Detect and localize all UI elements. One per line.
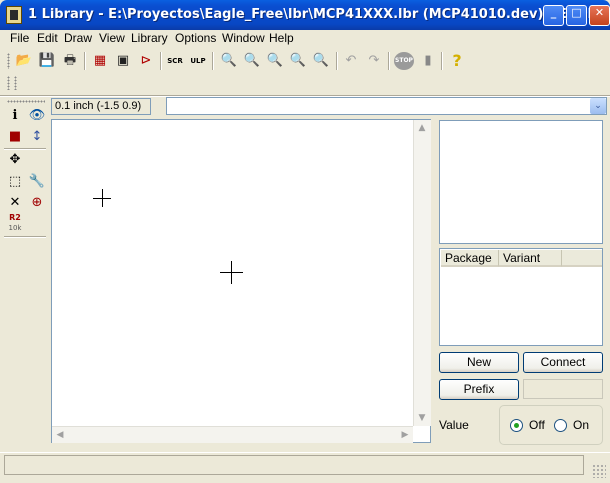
toolbar-separator	[160, 52, 162, 70]
package-variant-list[interactable]: Package Variant	[439, 248, 603, 346]
zoom-area-icon[interactable]: 🔍	[312, 52, 330, 70]
toolbar-separator	[441, 52, 443, 70]
scroll-left-icon[interactable]: ◀	[52, 427, 68, 443]
coordinate-display: 0.1 inch (-1.5 0.9)	[51, 98, 151, 115]
origin-cross-icon	[102, 189, 103, 207]
param-toolbar-grip[interactable]	[14, 76, 17, 90]
group-icon[interactable]: ⬚	[6, 173, 24, 191]
ulp-icon[interactable]: ULP	[189, 52, 207, 70]
open-icon[interactable]: 📂	[15, 52, 33, 70]
delete-icon[interactable]: ✕	[6, 194, 24, 212]
go-icon[interactable]: ▮	[419, 52, 437, 70]
symbol-preview	[439, 120, 603, 244]
chevron-down-icon[interactable]: ⌄	[590, 98, 606, 114]
value-on-radio[interactable]	[554, 419, 567, 432]
zoom-redraw-icon[interactable]: 🔍	[289, 52, 307, 70]
device-icon[interactable]: ⊳	[137, 52, 155, 70]
vertical-scrollbar[interactable]: ▲ ▼	[413, 120, 431, 426]
tools-grip[interactable]	[7, 100, 45, 103]
value-off-radio[interactable]	[510, 419, 523, 432]
undo-icon[interactable]: ↶	[342, 52, 360, 70]
menu-edit[interactable]: Edit	[37, 31, 58, 45]
tools-divider	[4, 148, 46, 150]
move-icon[interactable]: ✥	[6, 151, 24, 169]
add-icon[interactable]: ⊕	[28, 194, 46, 212]
scroll-up-icon[interactable]: ▲	[414, 120, 430, 136]
menu-draw[interactable]: Draw	[64, 31, 92, 45]
display-layers-icon[interactable]: ■	[6, 128, 24, 146]
value-label: Value	[439, 418, 469, 432]
column-header-package[interactable]: Package	[441, 250, 499, 267]
scroll-down-icon[interactable]: ▼	[414, 410, 430, 426]
name-icon[interactable]: R2	[6, 213, 24, 223]
value-icon[interactable]: 10k	[6, 223, 24, 233]
drawing-canvas[interactable]	[51, 119, 431, 443]
toolbar-separator	[84, 52, 86, 70]
close-button[interactable]: ✕	[589, 5, 610, 26]
change-icon[interactable]: 🔧	[28, 173, 46, 191]
menu-library[interactable]: Library	[131, 31, 168, 45]
menu-view[interactable]: View	[99, 31, 125, 45]
minimize-icon: _	[550, 6, 557, 19]
zoom-in-icon[interactable]: 🔍	[243, 52, 261, 70]
resize-grip-icon[interactable]	[592, 464, 606, 478]
toolbar-separator	[388, 52, 390, 70]
show-icon[interactable]: 👁	[28, 107, 46, 125]
close-icon: ✕	[594, 6, 605, 19]
zoom-out-icon[interactable]: 🔍	[266, 52, 284, 70]
stop-icon[interactable]: STOP	[394, 52, 414, 70]
menu-window[interactable]: Window	[222, 31, 265, 45]
minimize-button[interactable]: _	[543, 5, 564, 26]
help-icon[interactable]: ?	[448, 52, 466, 70]
script-icon[interactable]: SCR	[166, 52, 184, 70]
symbol-icon[interactable]: ▣	[114, 52, 132, 70]
package-icon[interactable]: ▦	[91, 52, 109, 70]
column-header-variant[interactable]: Variant	[499, 250, 562, 267]
scroll-right-icon[interactable]: ▶	[397, 427, 413, 443]
eagle-app-icon[interactable]	[6, 6, 22, 24]
menu-help[interactable]: Help	[269, 31, 294, 45]
cursor-crosshair-icon	[231, 261, 232, 284]
save-icon[interactable]: 💾	[38, 52, 56, 70]
toolbar-separator	[336, 52, 338, 70]
maximize-button[interactable]: □	[566, 5, 587, 26]
command-input[interactable]	[166, 97, 607, 115]
status-text	[4, 455, 584, 475]
tools-divider	[4, 236, 46, 238]
print-icon[interactable]: 🖶	[61, 52, 79, 70]
value-on-label[interactable]: On	[573, 418, 589, 432]
menu-options[interactable]: Options	[175, 31, 216, 45]
value-off-label[interactable]: Off	[529, 418, 545, 432]
mark-icon[interactable]: ↕	[28, 128, 46, 146]
param-toolbar-grip[interactable]	[7, 76, 10, 90]
redo-icon[interactable]: ↷	[365, 52, 383, 70]
column-header-filler	[562, 250, 602, 267]
menu-file[interactable]: File	[10, 31, 29, 45]
prefix-button[interactable]: Prefix	[439, 379, 519, 400]
toolbar-separator	[212, 52, 214, 70]
zoom-fit-icon[interactable]: 🔍	[220, 52, 238, 70]
horizontal-scrollbar[interactable]: ◀ ▶	[52, 426, 413, 443]
info-icon[interactable]: i	[6, 107, 24, 125]
new-button[interactable]: New	[439, 352, 519, 373]
toolbar-grip[interactable]	[7, 53, 10, 69]
window-title: 1 Library - E:\Proyectos\Eagle_Free\lbr\…	[28, 7, 610, 22]
prefix-field	[523, 379, 603, 399]
maximize-icon: □	[571, 6, 582, 19]
connect-button[interactable]: Connect	[523, 352, 603, 373]
